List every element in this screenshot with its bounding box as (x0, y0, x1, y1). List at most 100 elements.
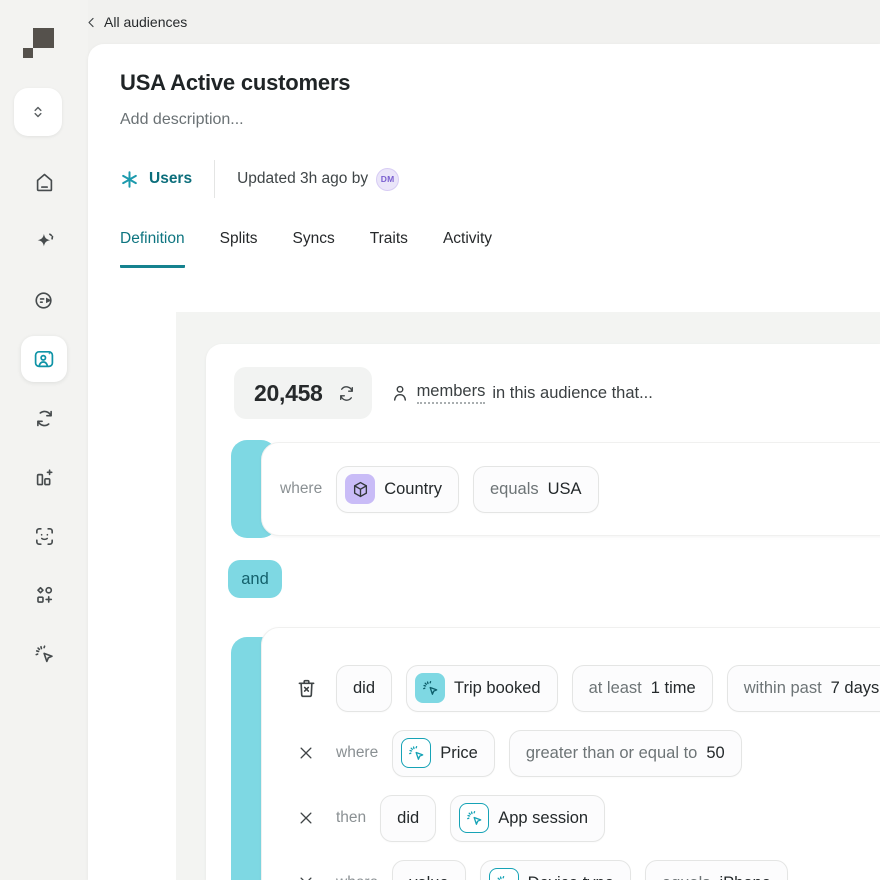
verb-chip-did[interactable]: did (380, 795, 436, 842)
rule-block-1: where Country equals USA (231, 440, 880, 538)
event-chip-app-session[interactable]: App session (450, 795, 605, 842)
member-count: 20,458 (254, 380, 323, 407)
rule-row-device: where value Device type (294, 859, 880, 880)
operator-label: greater than or equal to (526, 744, 698, 763)
workspace-switcher-button[interactable] (14, 88, 62, 136)
verb-chip-did[interactable]: did (336, 665, 392, 712)
sidebar-item-audiences[interactable] (21, 336, 67, 382)
keyword-then: then (336, 809, 366, 827)
main-panel: USA Active customers Add description... … (88, 44, 880, 880)
sidebar-nav (0, 159, 88, 677)
tab-traits[interactable]: Traits (370, 230, 408, 268)
rule-block-2: did Trip booked at least 1 time (231, 627, 880, 880)
window-operator: within past (744, 679, 822, 698)
event-icon-badge (459, 803, 489, 833)
tab-definition[interactable]: Definition (120, 230, 185, 268)
event-label: Trip booked (454, 679, 541, 698)
cursor-spark-icon (421, 679, 440, 698)
property-label: Device type (528, 874, 614, 880)
tab-syncs[interactable]: Syncs (293, 230, 335, 268)
event-icon-badge (415, 673, 445, 703)
page-title[interactable]: USA Active customers (120, 70, 350, 96)
operator-chip-gte-50[interactable]: greater than or equal to 50 (509, 730, 742, 777)
frequency-operator: at least (589, 679, 642, 698)
journey-play-face-icon (33, 289, 56, 312)
cursor-spark-icon (33, 643, 56, 666)
breadcrumb-back[interactable]: All audiences (84, 11, 187, 33)
connector-and[interactable]: and (228, 560, 282, 598)
sidebar-item-integrations[interactable] (21, 572, 67, 618)
close-icon (297, 809, 315, 827)
tab-splits[interactable]: Splits (220, 230, 258, 268)
operator-label: equals (662, 874, 711, 880)
entity-label: Users (149, 170, 192, 188)
sidebar (0, 0, 88, 880)
operator-value: iPhone (720, 874, 771, 880)
property-chip-device-type[interactable]: Device type (480, 860, 631, 880)
cursor-spark-icon (407, 744, 426, 763)
tab-activity[interactable]: Activity (443, 230, 492, 268)
delete-row-button[interactable] (294, 677, 318, 700)
definition-canvas: 20,458 members in this audience that... … (206, 344, 880, 880)
member-count-pill: 20,458 (234, 367, 372, 419)
sidebar-item-ai-spark[interactable] (21, 218, 67, 264)
operator-value: 50 (706, 744, 724, 763)
operator-value: USA (548, 480, 582, 499)
value-chip[interactable]: value (392, 860, 465, 880)
rule-card: did Trip booked at least 1 time (261, 627, 880, 880)
tab-bar: Definition Splits Syncs Traits Activity (120, 230, 492, 268)
chevron-left-icon (84, 15, 99, 30)
cursor-spark-icon (465, 809, 484, 828)
app-logo (23, 27, 55, 59)
person-icon (390, 383, 410, 403)
updated-text: Updated 3h ago by (237, 170, 368, 188)
property-label: Price (440, 744, 478, 763)
bar-chart-plus-icon (33, 466, 56, 489)
property-icon-badge (401, 738, 431, 768)
sidebar-item-ai-assistant[interactable] (21, 631, 67, 677)
verb-label: did (353, 679, 375, 698)
keyword-where: where (336, 874, 378, 880)
operator-chip-equals-iphone[interactable]: equals iPhone (645, 860, 788, 880)
property-icon-badge (489, 868, 519, 880)
property-chip-country[interactable]: Country (336, 466, 459, 513)
remove-row-button[interactable] (294, 744, 318, 762)
time-window-chip[interactable]: within past 7 days (727, 665, 880, 712)
remove-row-button[interactable] (294, 874, 318, 880)
shapes-grid-icon (33, 584, 56, 607)
description-placeholder[interactable]: Add description... (120, 111, 244, 129)
home-icon (33, 171, 56, 194)
remove-row-button[interactable] (294, 809, 318, 827)
frequency-value: 1 time (651, 679, 696, 698)
face-scan-icon (33, 525, 56, 548)
close-icon (297, 744, 315, 762)
sidebar-item-sync[interactable] (21, 395, 67, 441)
sidebar-item-analytics[interactable] (21, 454, 67, 500)
property-label: Country (384, 480, 442, 499)
event-chip-trip-booked[interactable]: Trip booked (406, 665, 558, 712)
refresh-icon[interactable] (337, 384, 356, 403)
avatar: DM (376, 168, 399, 191)
logo-square-large (33, 28, 54, 48)
sidebar-item-journeys[interactable] (21, 277, 67, 323)
snowflake-icon (120, 170, 139, 189)
sync-loop-icon (33, 407, 56, 430)
window-value: 7 days (831, 679, 880, 698)
operator-chip-equals-usa[interactable]: equals USA (473, 466, 599, 513)
rule-row-event: did Trip booked at least 1 time (294, 664, 880, 712)
logo-square-small (23, 48, 33, 58)
sidebar-item-home[interactable] (21, 159, 67, 205)
vertical-divider (214, 160, 215, 198)
breadcrumb-label: All audiences (104, 14, 187, 30)
cube-icon (351, 480, 370, 499)
cursor-spark-icon (494, 874, 513, 880)
rule-card: where Country equals USA (261, 442, 880, 536)
property-chip-price[interactable]: Price (392, 730, 495, 777)
sidebar-item-face-scan[interactable] (21, 513, 67, 559)
rule-row-price: where Price greater than or equal to 50 (294, 729, 880, 777)
frequency-chip[interactable]: at least 1 time (572, 665, 713, 712)
entity-users-link[interactable]: Users (120, 170, 192, 189)
members-row: 20,458 members in this audience that... (234, 366, 880, 420)
spark-icon (33, 230, 56, 253)
members-dropdown-link[interactable]: members (417, 382, 486, 404)
